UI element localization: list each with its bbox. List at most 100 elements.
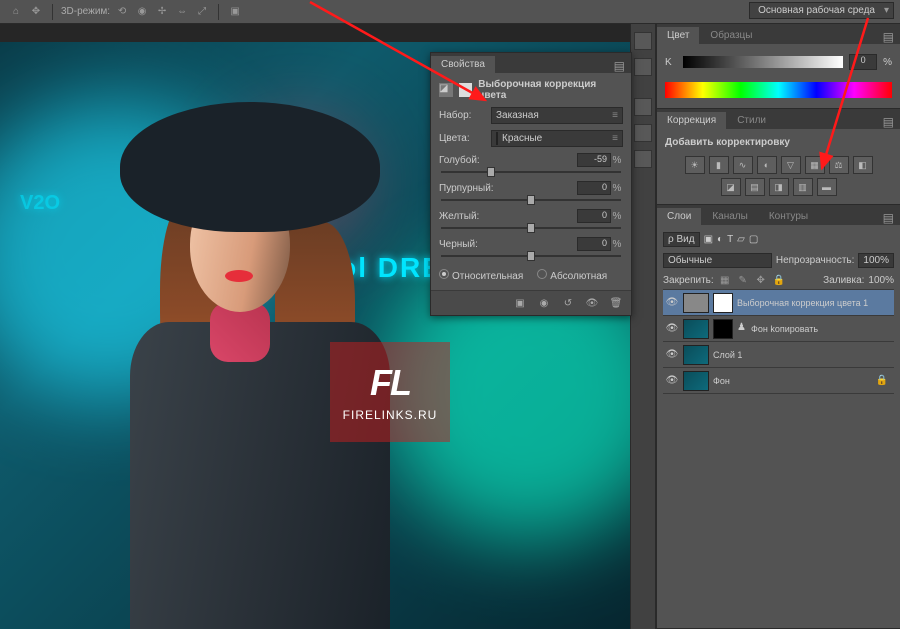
options-bar: ⌂ ✥ 3D-режим: ⟲ ◉ ✢ ⇔ ⤢ ▣ Основная рабоч… [0, 0, 900, 24]
lock-pixels-icon[interactable]: ✎ [736, 273, 750, 287]
lock-all-icon[interactable]: 🔒 [772, 273, 786, 287]
filter-smart-icon[interactable]: ▢ [749, 234, 758, 245]
layer-mask-icon[interactable] [713, 293, 733, 313]
collapsed-panel-icon[interactable] [634, 150, 652, 168]
layer-list: 👁 Выборочная коррекция цвета 1 👁♟Фон kопир… [663, 290, 894, 394]
3d-roll-icon[interactable]: ◉ [134, 4, 150, 20]
filter-pixel-icon[interactable]: ▣ [704, 234, 713, 245]
threshold-icon[interactable]: ◨ [769, 178, 789, 196]
selective-color-icon[interactable]: ▥ [793, 178, 813, 196]
layer-name[interactable]: Слой 1 [713, 350, 892, 360]
fill-value[interactable]: 100% [868, 275, 894, 286]
collapsed-panel-icon[interactable] [634, 124, 652, 142]
visibility-toggle-icon[interactable]: 👁 [665, 349, 679, 360]
levels-icon[interactable]: ▮ [709, 156, 729, 174]
slider-value[interactable]: 0 [577, 209, 611, 223]
filter-type-icon[interactable]: T [727, 234, 733, 245]
tab-styles[interactable]: Стили [727, 112, 776, 129]
filter-adj-icon[interactable]: ◐ [717, 234, 723, 245]
tab-channels[interactable]: Каналы [702, 208, 758, 225]
blend-mode[interactable]: Обычные [663, 253, 772, 268]
color-spectrum[interactable] [665, 82, 892, 98]
3d-slide-icon[interactable]: ⇔ [174, 4, 190, 20]
layer-row[interactable]: 👁Фон🔒 [663, 368, 894, 394]
curves-icon[interactable]: ∿ [733, 156, 753, 174]
right-dock: Цвет Образцы ▤ K 0 % Коррекция Стили ▤ [656, 24, 900, 629]
camera-icon[interactable]: ▣ [227, 4, 243, 20]
reset-icon[interactable]: ↺ [559, 295, 577, 311]
k-slider[interactable] [683, 56, 843, 68]
move-icon[interactable]: ✥ [28, 4, 44, 20]
layer-name[interactable]: Выборочная коррекция цвета 1 [737, 298, 892, 308]
slider-thumb[interactable] [527, 251, 535, 261]
layer-row[interactable]: 👁 Слой 1 [663, 342, 894, 368]
properties-panel[interactable]: Свойства ▤ ◪ Выборочная коррекция цвета … [430, 52, 632, 316]
tab-color[interactable]: Цвет [657, 27, 699, 44]
toggle-visibility-icon[interactable]: 👁 [583, 295, 601, 311]
vibrance-icon[interactable]: ▽ [781, 156, 801, 174]
invert-icon[interactable]: ◪ [721, 178, 741, 196]
tab-swatches[interactable]: Образцы [700, 27, 762, 44]
slider-track[interactable] [441, 199, 621, 201]
slider-value[interactable]: 0 [577, 237, 611, 251]
k-pct: % [883, 57, 892, 68]
k-value[interactable]: 0 [849, 54, 877, 70]
layer-thumb-icon [683, 371, 709, 391]
layer-name[interactable]: Фон [713, 376, 872, 386]
fill-label: Заливка: [823, 275, 864, 286]
3d-scale-icon[interactable]: ⤢ [194, 4, 210, 20]
visibility-toggle-icon[interactable]: 👁 [665, 375, 679, 386]
k-label: K [665, 57, 677, 68]
collapsed-panel-icon[interactable] [634, 58, 652, 76]
visibility-toggle-icon[interactable]: 👁 [665, 297, 679, 308]
relative-radio[interactable]: Относительная [439, 269, 523, 282]
panel-menu-icon[interactable]: ▤ [877, 30, 900, 44]
tab-paths[interactable]: Контуры [759, 208, 818, 225]
exposure-icon[interactable]: ◐ [757, 156, 777, 174]
gradient-map-icon[interactable]: ▬ [817, 178, 837, 196]
layer-filter-kind[interactable]: ρ Вид [663, 232, 700, 247]
slider-track[interactable] [441, 255, 621, 257]
clip-to-layer-icon[interactable]: ▣ [511, 295, 529, 311]
collapsed-panel-icon[interactable] [634, 98, 652, 116]
layer-thumb-icon [683, 319, 709, 339]
brightness-icon[interactable]: ☀ [685, 156, 705, 174]
home-icon[interactable]: ⌂ [8, 4, 24, 20]
panel-menu-icon[interactable]: ▤ [877, 115, 900, 129]
3d-rotate-icon[interactable]: ⟲ [114, 4, 130, 20]
hue-icon[interactable]: ▦ [805, 156, 825, 174]
layer-mask-icon[interactable] [713, 319, 733, 339]
tab-layers[interactable]: Слои [657, 208, 701, 225]
panel-menu-icon[interactable]: ▤ [608, 59, 631, 73]
slider-thumb[interactable] [527, 223, 535, 233]
colorbalance-icon[interactable]: ⚖ [829, 156, 849, 174]
tab-properties[interactable]: Свойства [431, 56, 495, 73]
layer-row[interactable]: 👁♟Фон kопировать [663, 316, 894, 342]
tab-adjustments[interactable]: Коррекция [657, 112, 726, 129]
workspace-selector[interactable]: Основная рабочая среда [749, 2, 894, 19]
layer-name[interactable]: Фон kопировать [751, 324, 892, 334]
lock-position-icon[interactable]: ✥ [754, 273, 768, 287]
visibility-toggle-icon[interactable]: 👁 [665, 323, 679, 334]
filter-shape-icon[interactable]: ▱ [737, 234, 745, 245]
3d-pan-icon[interactable]: ✢ [154, 4, 170, 20]
view-previous-icon[interactable]: ◉ [535, 295, 553, 311]
preset-select[interactable]: Заказная [491, 107, 623, 124]
colors-select[interactable]: Красные [491, 130, 623, 147]
layer-row[interactable]: 👁 Выборочная коррекция цвета 1 [663, 290, 894, 316]
slider-value[interactable]: -59 [577, 153, 611, 167]
slider-thumb[interactable] [527, 195, 535, 205]
opacity-value[interactable]: 100% [858, 253, 894, 268]
slider-track[interactable] [441, 171, 621, 173]
delete-icon[interactable]: 🗑 [607, 295, 625, 311]
posterize-icon[interactable]: ▤ [745, 178, 765, 196]
pct-label: % [611, 183, 623, 194]
collapsed-panel-icon[interactable] [634, 32, 652, 50]
panel-menu-icon[interactable]: ▤ [877, 211, 900, 225]
lock-transparent-icon[interactable]: ▦ [718, 273, 732, 287]
slider-track[interactable] [441, 227, 621, 229]
absolute-radio[interactable]: Абсолютная [537, 269, 607, 282]
slider-thumb[interactable] [487, 167, 495, 177]
slider-value[interactable]: 0 [577, 181, 611, 195]
bw-icon[interactable]: ◧ [853, 156, 873, 174]
